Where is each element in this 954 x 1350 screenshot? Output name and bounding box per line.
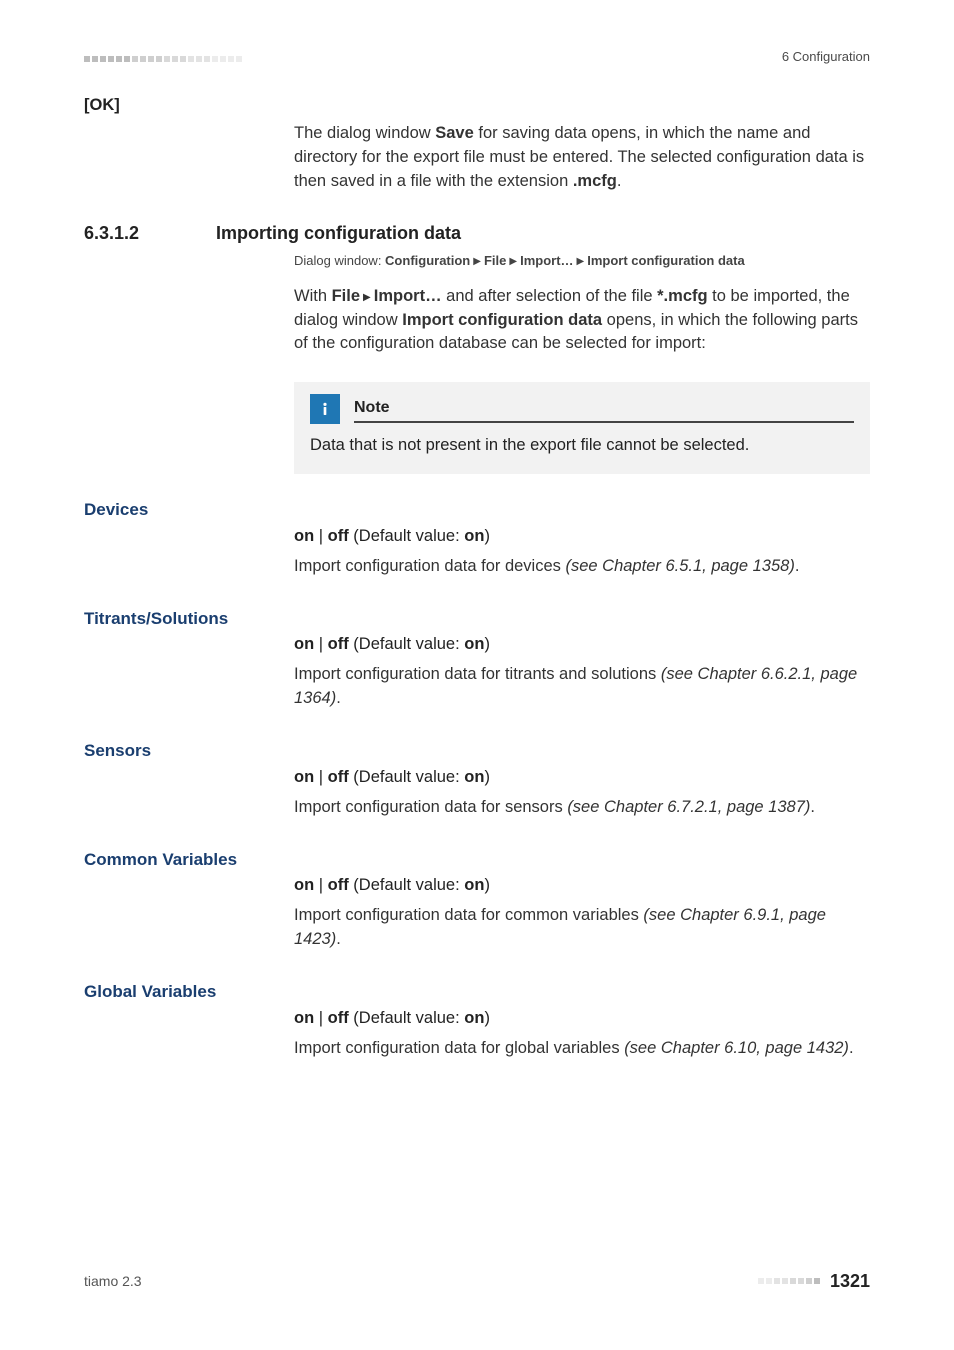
note-box: Note Data that is not present in the exp…	[294, 382, 870, 474]
note-title: Note	[354, 396, 854, 419]
txt-italic: (see Chapter 6.7.2.1, page 1387)	[567, 798, 810, 816]
txt-bold: off	[328, 876, 349, 894]
section-title: Importing configuration data	[216, 220, 461, 246]
txt: .	[617, 172, 622, 190]
field-titrants: Titrants/Solutions	[84, 605, 870, 632]
note-body: Data that is not present in the export f…	[310, 434, 854, 458]
ok-paragraph: The dialog window Save for saving data o…	[294, 122, 870, 194]
triangle-icon: ▶	[363, 291, 371, 306]
header-chapter: 6 Configuration	[782, 48, 870, 67]
txt-bold: Import…	[374, 287, 442, 305]
txt: (Default value:	[349, 527, 465, 545]
field-label-devices: Devices	[84, 496, 294, 523]
field-label-global: Global Variables	[84, 978, 294, 1005]
note-underline	[354, 421, 854, 423]
sensors-paragraph: Import configuration data for sensors (s…	[294, 796, 870, 820]
txt-bold: .mcfg	[573, 172, 617, 190]
global-paragraph: Import configuration data for global var…	[294, 1037, 870, 1061]
footer-left: tiamo 2.3	[84, 1271, 142, 1291]
txt-bold: Import…	[520, 253, 573, 268]
field-global-variables: Global Variables	[84, 978, 870, 1005]
txt: Dialog window:	[294, 253, 385, 268]
txt: (Default value:	[349, 876, 465, 894]
import-paragraph: With File▶Import… and after selection of…	[294, 285, 870, 357]
ok-heading: [OK]	[84, 94, 870, 118]
txt: )	[484, 1009, 490, 1027]
page-number: 1321	[830, 1268, 870, 1294]
onoff-sensors: on | off (Default value: on)	[294, 766, 870, 790]
txt: )	[484, 527, 490, 545]
txt: Import configuration data for devices	[294, 557, 565, 575]
txt-bold: Save	[435, 124, 474, 142]
onoff-global: on | off (Default value: on)	[294, 1007, 870, 1031]
onoff-devices: on | off (Default value: on)	[294, 525, 870, 549]
txt: (Default value:	[349, 1009, 465, 1027]
txt-bold: File	[484, 253, 506, 268]
txt: )	[484, 876, 490, 894]
txt: With	[294, 287, 332, 305]
note-header: Note	[310, 394, 854, 424]
txt: (Default value:	[349, 635, 465, 653]
txt-bold: on	[294, 1009, 314, 1027]
field-sensors: Sensors	[84, 737, 870, 764]
field-devices: Devices	[84, 496, 870, 523]
footer-bar	[758, 1278, 822, 1284]
txt: .	[810, 798, 815, 816]
section-number: 6.3.1.2	[84, 220, 216, 246]
txt-bold: File	[332, 287, 360, 305]
info-icon	[310, 394, 340, 424]
triangle-icon: ▶	[577, 255, 585, 270]
txt: The dialog window	[294, 124, 435, 142]
txt-bold: on	[294, 876, 314, 894]
txt-bold: off	[328, 1009, 349, 1027]
onoff-common: on | off (Default value: on)	[294, 874, 870, 898]
titrants-paragraph: Import configuration data for titrants a…	[294, 663, 870, 711]
common-paragraph: Import configuration data for common var…	[294, 904, 870, 952]
txt-italic: (see Chapter 6.5.1, page 1358)	[565, 557, 794, 575]
txt: .	[849, 1039, 854, 1057]
txt: )	[484, 768, 490, 786]
txt: .	[336, 689, 341, 707]
txt: .	[795, 557, 800, 575]
txt-bold: off	[328, 527, 349, 545]
txt-bold: on	[294, 527, 314, 545]
onoff-titrants: on | off (Default value: on)	[294, 633, 870, 657]
txt-bold: Import configuration data	[587, 253, 744, 268]
txt-bold: *.mcfg	[657, 287, 707, 305]
txt: Import configuration data for global var…	[294, 1039, 624, 1057]
txt: )	[484, 635, 490, 653]
txt-bold: Import configuration data	[402, 311, 602, 329]
txt-bold: on	[294, 768, 314, 786]
txt-bold: Configuration	[385, 253, 470, 268]
txt: Import configuration data for common var…	[294, 906, 643, 924]
txt-bold: on	[464, 1009, 484, 1027]
txt-bold: on	[294, 635, 314, 653]
txt-bold: on	[464, 527, 484, 545]
section-heading: 6.3.1.2 Importing configuration data	[84, 220, 870, 246]
field-label-common: Common Variables	[84, 846, 294, 873]
field-label-sensors: Sensors	[84, 737, 294, 764]
txt: Import configuration data for titrants a…	[294, 665, 661, 683]
header-bar-left	[84, 56, 244, 62]
txt-italic: (see Chapter 6.10, page 1432)	[624, 1039, 849, 1057]
triangle-icon: ▶	[509, 255, 517, 270]
txt: .	[336, 930, 341, 948]
txt-bold: off	[328, 635, 349, 653]
field-label-titrants: Titrants/Solutions	[84, 605, 294, 632]
txt-bold: on	[464, 768, 484, 786]
main-content: [OK] The dialog window Save for saving d…	[84, 94, 870, 1087]
txt: (Default value:	[349, 768, 465, 786]
field-common-variables: Common Variables	[84, 846, 870, 873]
txt-bold: on	[464, 635, 484, 653]
txt-bold: on	[464, 876, 484, 894]
dialog-window-path: Dialog window: Configuration▶File▶Import…	[294, 252, 870, 271]
footer: tiamo 2.3 1321	[84, 1268, 870, 1294]
triangle-icon: ▶	[473, 255, 481, 270]
txt: and after selection of the file	[442, 287, 658, 305]
txt: Import configuration data for sensors	[294, 798, 567, 816]
txt-bold: off	[328, 768, 349, 786]
devices-paragraph: Import configuration data for devices (s…	[294, 555, 870, 579]
